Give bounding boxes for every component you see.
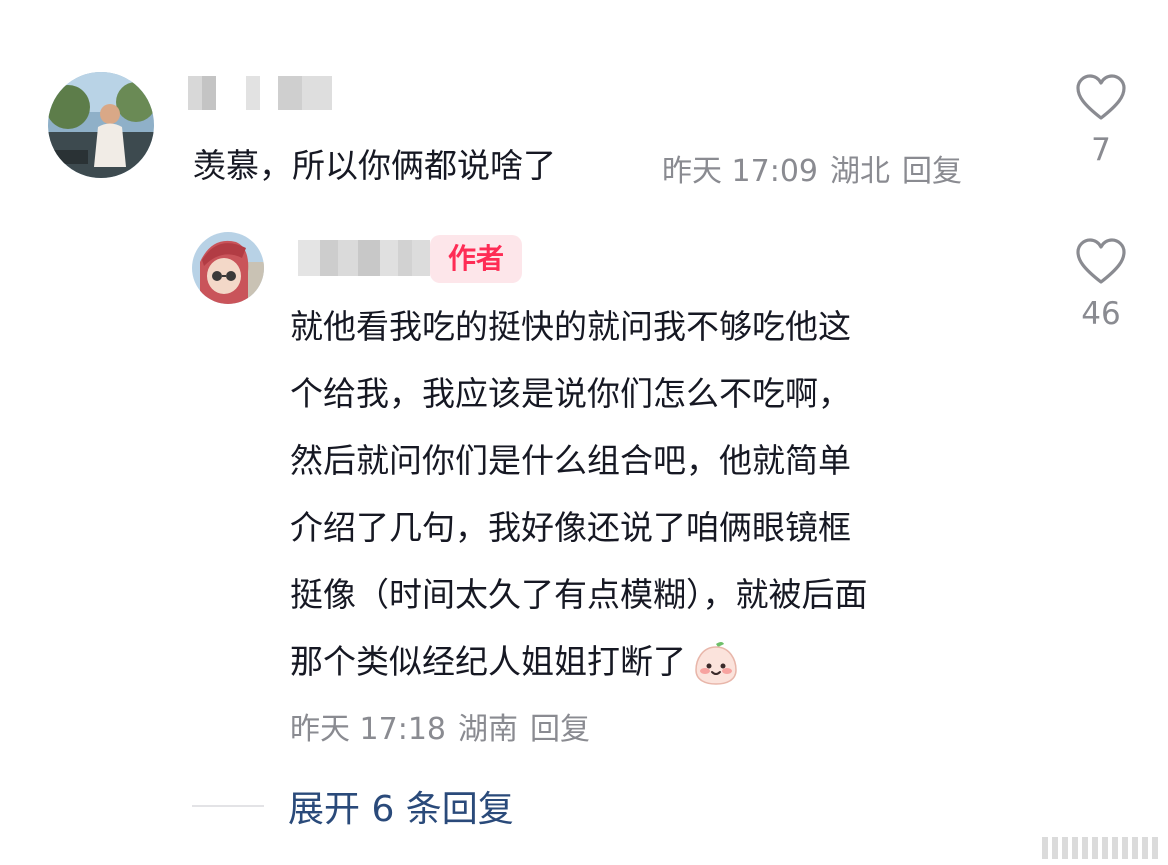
comment-text: 羡慕，所以你俩都说啥了 [193, 146, 556, 185]
comment-reply-button[interactable]: 回复 [902, 154, 962, 189]
expand-divider [192, 805, 264, 807]
reply-line: 挺像（时间太久了有点模糊），就被后面 [290, 575, 868, 614]
author-name-blurred[interactable] [298, 240, 430, 276]
expand-replies-button[interactable]: 展开 6 条回复 [192, 780, 514, 832]
reply-time: 昨天 17:18 [290, 712, 446, 747]
commenter-avatar[interactable] [48, 72, 154, 178]
comment-time: 昨天 17:09 [662, 154, 818, 189]
expand-replies-label[interactable]: 展开 6 条回复 [288, 780, 514, 832]
reply-line: 个给我，我应该是说你们怎么不吃啊， [290, 374, 851, 413]
comment-location: 湖北 [830, 154, 890, 189]
author-badge: 作者 [430, 235, 522, 283]
reply-meta: 昨天 17:18 湖南 回复 [290, 704, 590, 748]
blushing-face-emoji-icon [695, 641, 737, 685]
comment-like-count: 7 [1091, 132, 1111, 168]
reply-line: 就他看我吃的挺快的就问我不够吃他这 [290, 307, 851, 346]
reply-text: 就他看我吃的挺快的就问我不够吃他这 个给我，我应该是说你们怎么不吃啊， 然后就问… [290, 293, 868, 695]
author-avatar-image [192, 232, 264, 304]
watermark-decoration [1042, 837, 1158, 859]
reply-like-button[interactable]: 46 [1071, 238, 1131, 332]
heart-icon [1076, 238, 1126, 284]
comment-meta: 昨天 17:09 湖北 回复 [662, 146, 962, 190]
comment-like-button[interactable]: 7 [1071, 74, 1131, 168]
author-avatar[interactable] [192, 232, 264, 304]
commenter-avatar-photo [48, 72, 154, 178]
reply-reply-button[interactable]: 回复 [530, 712, 590, 747]
reply-like-count: 46 [1081, 296, 1121, 332]
heart-icon [1076, 74, 1126, 120]
reply-line: 介绍了几句，我好像还说了咱俩眼镜框 [290, 508, 851, 547]
reply-line: 然后就问你们是什么组合吧，他就简单 [290, 441, 851, 480]
reply-location: 湖南 [458, 712, 518, 747]
reply-line: 那个类似经纪人姐姐打断了 [290, 642, 686, 681]
commenter-name-blurred[interactable] [188, 76, 332, 110]
